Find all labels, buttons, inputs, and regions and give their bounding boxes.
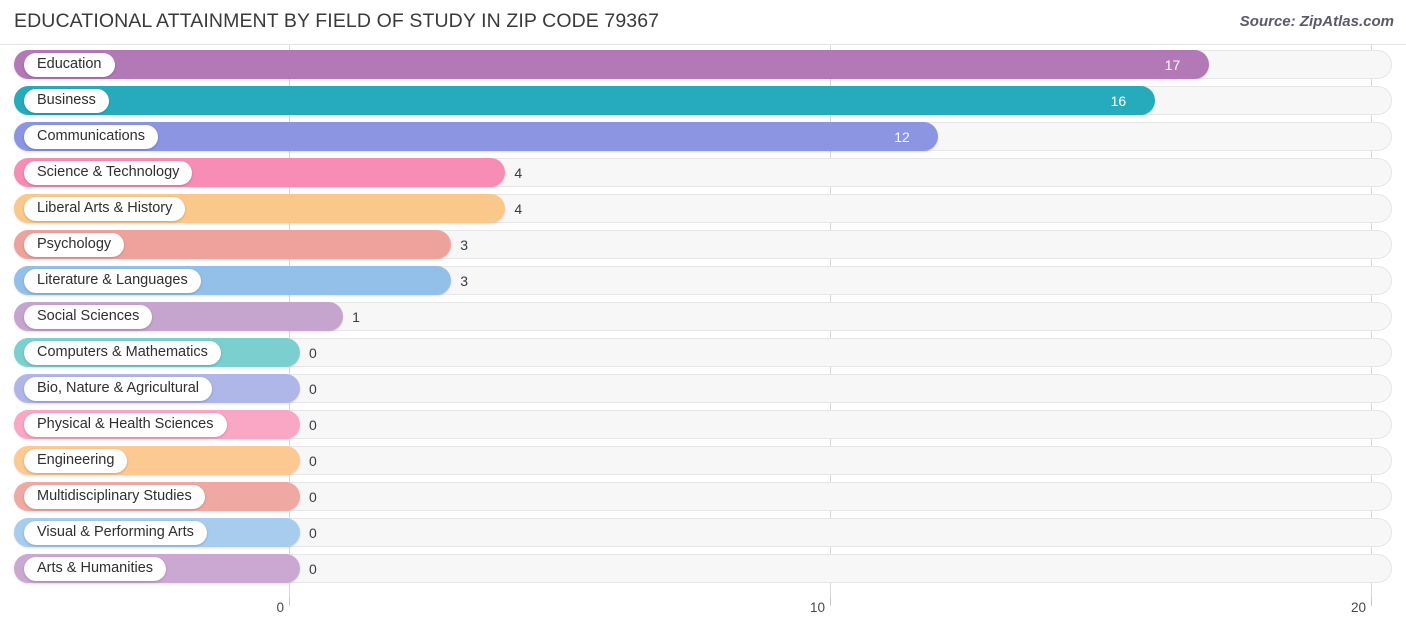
bar-label-pill: Social Sciences bbox=[24, 304, 153, 329]
bar-label: Multidisciplinary Studies bbox=[37, 488, 192, 505]
bar-label-pill: Arts & Humanities bbox=[24, 556, 167, 581]
bar-value-label: 0 bbox=[309, 524, 317, 541]
chart-row[interactable]: Literature & Languages 3 bbox=[0, 263, 1406, 299]
bar-label: Business bbox=[37, 92, 96, 109]
axis-tick-label: 20 bbox=[1350, 600, 1366, 615]
bar-label: Social Sciences bbox=[37, 308, 140, 325]
bar-label-pill: Psychology bbox=[24, 232, 125, 257]
bar-label: Education bbox=[37, 56, 102, 73]
axis-tick-mark bbox=[289, 597, 290, 606]
chart-row[interactable]: Multidisciplinary Studies 0 bbox=[0, 479, 1406, 515]
bar-label-pill: Business bbox=[24, 88, 109, 113]
bar-value-label: 0 bbox=[309, 344, 317, 361]
bar-label: Communications bbox=[37, 128, 145, 145]
bar-label-pill: Bio, Nature & Agricultural bbox=[24, 376, 212, 401]
bar-value-label: 3 bbox=[460, 272, 469, 289]
bar-label-pill: Physical & Health Sciences bbox=[24, 412, 227, 437]
chart-row[interactable]: Computers & Mathematics 0 bbox=[0, 335, 1406, 371]
chart-row[interactable]: Science & Technology 4 bbox=[0, 155, 1406, 191]
bar-label-pill: Communications bbox=[24, 124, 158, 149]
axis-tick-label: 0 bbox=[276, 600, 284, 615]
chart-row[interactable]: Business 16 bbox=[0, 83, 1406, 119]
bar-value-label: 17 bbox=[1164, 56, 1181, 73]
bar-label-pill: Engineering bbox=[24, 448, 128, 473]
chart-row[interactable]: Education 17 bbox=[0, 47, 1406, 83]
axis-tick-label: 10 bbox=[809, 600, 825, 615]
chart-row[interactable]: Engineering 0 bbox=[0, 443, 1406, 479]
page-title: EDUCATIONAL ATTAINMENT BY FIELD OF STUDY… bbox=[14, 10, 660, 32]
chart-row[interactable]: Bio, Nature & Agricultural 0 bbox=[0, 371, 1406, 407]
chart-page: EDUCATIONAL ATTAINMENT BY FIELD OF STUDY… bbox=[0, 0, 1406, 631]
chart-row[interactable]: Psychology 3 bbox=[0, 227, 1406, 263]
bar-label-pill: Computers & Mathematics bbox=[24, 340, 221, 365]
bar-value-label: 0 bbox=[309, 380, 317, 397]
chart-row[interactable]: Social Sciences 1 bbox=[0, 299, 1406, 335]
bar-label: Computers & Mathematics bbox=[37, 344, 208, 361]
bar-label: Arts & Humanities bbox=[37, 560, 154, 577]
bar-value-label: 0 bbox=[309, 416, 317, 433]
bar-label: Visual & Performing Arts bbox=[37, 524, 194, 541]
bar-value-label: 0 bbox=[309, 560, 317, 577]
x-axis: 0 10 20 bbox=[0, 597, 1406, 631]
source-attribution: Source: ZipAtlas.com bbox=[1239, 13, 1394, 30]
bar[interactable] bbox=[14, 50, 1209, 79]
chart-row[interactable]: Liberal Arts & History 4 bbox=[0, 191, 1406, 227]
bar-label-pill: Liberal Arts & History bbox=[24, 196, 186, 221]
bar-value-label: 12 bbox=[894, 128, 910, 145]
axis-tick-mark bbox=[830, 597, 831, 606]
bar-label: Psychology bbox=[37, 236, 112, 253]
bar-label: Science & Technology bbox=[37, 164, 180, 181]
bar-label: Liberal Arts & History bbox=[37, 200, 173, 217]
bar-value-label: 16 bbox=[1110, 92, 1127, 109]
bar-label-pill: Visual & Performing Arts bbox=[24, 520, 207, 545]
bar-label: Physical & Health Sciences bbox=[37, 416, 214, 433]
bar-value-label: 3 bbox=[460, 236, 469, 253]
chart-row[interactable]: Visual & Performing Arts 0 bbox=[0, 515, 1406, 551]
bar-value-label: 4 bbox=[514, 200, 523, 217]
bar-label-pill: Literature & Languages bbox=[24, 268, 201, 293]
plot-area: Education 17 Business 16 Communications 12 Sci… bbox=[0, 45, 1406, 597]
axis-tick-mark bbox=[1371, 597, 1372, 606]
bar-value-label: 4 bbox=[514, 164, 523, 181]
bar-label: Literature & Languages bbox=[37, 272, 188, 289]
bar-label: Bio, Nature & Agricultural bbox=[37, 380, 199, 397]
chart-row[interactable]: Physical & Health Sciences 0 bbox=[0, 407, 1406, 443]
bar-label: Engineering bbox=[37, 452, 115, 469]
bar-label-pill: Education bbox=[24, 52, 115, 77]
bar[interactable] bbox=[14, 86, 1155, 115]
bar-value-label: 0 bbox=[309, 452, 317, 469]
bar-value-label: 1 bbox=[352, 308, 360, 325]
chart-row[interactable]: Arts & Humanities 0 bbox=[0, 551, 1406, 587]
bar-value-label: 0 bbox=[309, 488, 317, 505]
chart-row[interactable]: Communications 12 bbox=[0, 119, 1406, 155]
bar-label-pill: Science & Technology bbox=[24, 160, 193, 185]
chart-header: EDUCATIONAL ATTAINMENT BY FIELD OF STUDY… bbox=[0, 0, 1406, 45]
bar-label-pill: Multidisciplinary Studies bbox=[24, 484, 205, 509]
